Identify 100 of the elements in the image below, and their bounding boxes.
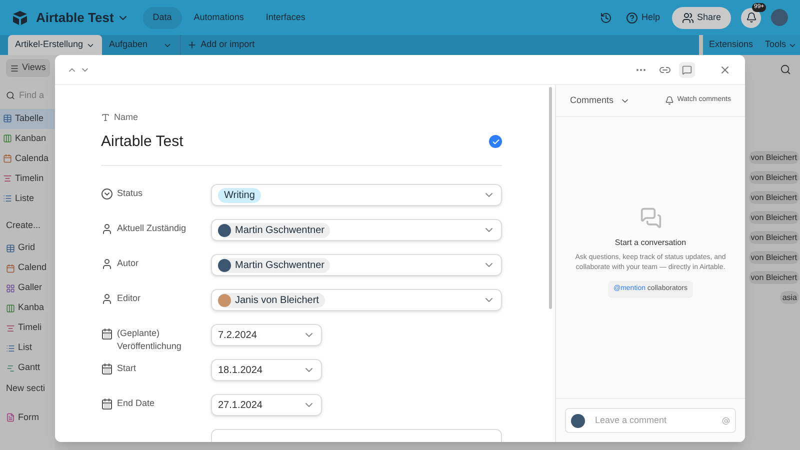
base-name[interactable]: Airtable Test — [36, 8, 114, 28]
avatar — [218, 294, 231, 306]
user-name: Janis von Bleichert — [235, 294, 319, 308]
kanban-icon — [6, 304, 15, 312]
nav-tab[interactable]: Interfaces — [256, 6, 316, 28]
kanban-icon — [3, 134, 12, 143]
field-label: Editor — [117, 292, 142, 305]
calendar-icon — [101, 328, 113, 340]
create-view-item[interactable]: Galler — [0, 278, 55, 298]
avatar — [571, 414, 585, 428]
date-field[interactable]: 18.1.2024 — [211, 359, 322, 381]
comment-placeholder: Leave a comment — [595, 414, 667, 427]
form-item[interactable]: Form — [0, 408, 55, 428]
mention-icon[interactable] — [722, 416, 730, 424]
text-field-icon — [101, 113, 110, 122]
select-field-icon — [101, 188, 113, 200]
user-chip: von Bleichert — [748, 171, 799, 184]
user-name: Martin Gschwentner — [235, 224, 324, 238]
view-item[interactable]: Kanban — [0, 128, 55, 148]
gantt-icon — [6, 364, 15, 372]
calendar-icon — [6, 264, 15, 272]
menu-icon — [10, 64, 19, 72]
gallery-icon — [6, 284, 15, 292]
table-tab[interactable]: Aufgaben — [102, 35, 155, 55]
create-view-item[interactable]: List — [0, 338, 55, 358]
field-label: Start — [117, 362, 138, 375]
help-button[interactable]: Help — [626, 10, 660, 24]
history-icon[interactable] — [600, 12, 612, 24]
create-view-item[interactable]: Calend — [0, 258, 55, 278]
calendar-icon — [101, 398, 113, 410]
avatar — [218, 258, 231, 272]
search-icon[interactable] — [780, 64, 791, 75]
avatar — [218, 224, 231, 236]
user-chip: von Bleichert — [748, 151, 799, 164]
close-icon[interactable] — [719, 64, 731, 76]
comment-icon — [682, 64, 692, 74]
date-value: 27.1.2024 — [218, 398, 262, 412]
select-field[interactable]: Writing — [211, 184, 502, 206]
nav-tab[interactable]: Automations — [184, 6, 254, 28]
user-icon — [101, 293, 113, 305]
view-item[interactable]: Tabelle — [0, 108, 55, 128]
user-icon — [101, 223, 113, 235]
scrollbar[interactable] — [549, 87, 552, 309]
view-item[interactable]: Liste — [0, 188, 55, 208]
plus-icon — [186, 40, 197, 50]
search-icon — [6, 91, 15, 100]
list-icon — [6, 344, 15, 352]
new-section-button[interactable]: New secti — [0, 382, 55, 396]
user-chip: von Bleichert — [748, 251, 799, 264]
user-field[interactable]: Martin Gschwentner — [211, 254, 502, 276]
help-icon — [626, 12, 638, 24]
timeline-icon — [3, 174, 12, 183]
field-label: Status — [117, 187, 144, 200]
date-field[interactable]: 27.1.2024 — [211, 394, 322, 416]
comments-dropdown[interactable]: Comments — [570, 94, 630, 108]
date-field[interactable]: 7.2.2024 — [211, 324, 322, 346]
user-chip: von Bleichert — [748, 231, 799, 244]
people-icon — [682, 12, 694, 24]
bell-icon — [665, 96, 674, 105]
user-name: Martin Gschwentner — [235, 258, 324, 272]
nav-tab[interactable]: Data — [142, 6, 182, 28]
timeline-icon — [6, 324, 15, 332]
user-field[interactable]: Martin Gschwentner — [211, 219, 502, 241]
field-label: Name — [114, 111, 138, 124]
field-label: (Geplante) Veröffentlichung — [117, 327, 182, 353]
field-label: End Date — [117, 397, 156, 410]
list-icon — [3, 194, 12, 203]
field-label: Aktuell Zuständig — [117, 222, 188, 235]
empty-title: Start a conversation — [614, 237, 686, 249]
user-chip: von Bleichert — [748, 211, 799, 224]
create-view-item[interactable]: Grid — [0, 238, 55, 258]
form-icon — [6, 413, 15, 422]
user-chip: von Bleichert — [748, 271, 799, 284]
extensions-button[interactable]: Extensions — [709, 38, 754, 52]
comments-toggle[interactable] — [679, 62, 695, 78]
speech-bubbles-icon — [640, 207, 662, 229]
user-icon — [101, 258, 113, 270]
tools-button[interactable]: Tools — [765, 38, 798, 52]
views-button[interactable]: Views — [6, 59, 50, 77]
field-label: Autor — [117, 257, 140, 270]
grid-icon — [3, 114, 12, 123]
share-button[interactable]: Share — [672, 6, 731, 28]
avatar[interactable] — [771, 9, 788, 26]
view-item[interactable]: Calenda — [0, 148, 55, 168]
grid-icon — [6, 244, 15, 252]
date-value: 7.2.2024 — [218, 328, 257, 342]
view-item[interactable]: Timelin — [0, 168, 55, 188]
notifications-button[interactable] — [741, 8, 761, 28]
create-view-item[interactable]: Timeli — [0, 318, 55, 338]
table-tab[interactable]: Artikel-Erstellung — [8, 35, 102, 55]
create-view-item[interactable]: Kanba — [0, 298, 55, 318]
record-name: Airtable Test — [101, 132, 184, 152]
user-chip: asia — [780, 291, 799, 304]
status-tag: Writing — [218, 188, 261, 202]
user-field[interactable]: Janis von Bleichert — [211, 289, 502, 311]
create-view-item[interactable]: Gantt — [0, 358, 55, 378]
calendar-icon — [3, 154, 12, 163]
calendar-icon — [101, 363, 113, 375]
date-value: 18.1.2024 — [218, 364, 262, 378]
logo-icon — [12, 10, 28, 24]
